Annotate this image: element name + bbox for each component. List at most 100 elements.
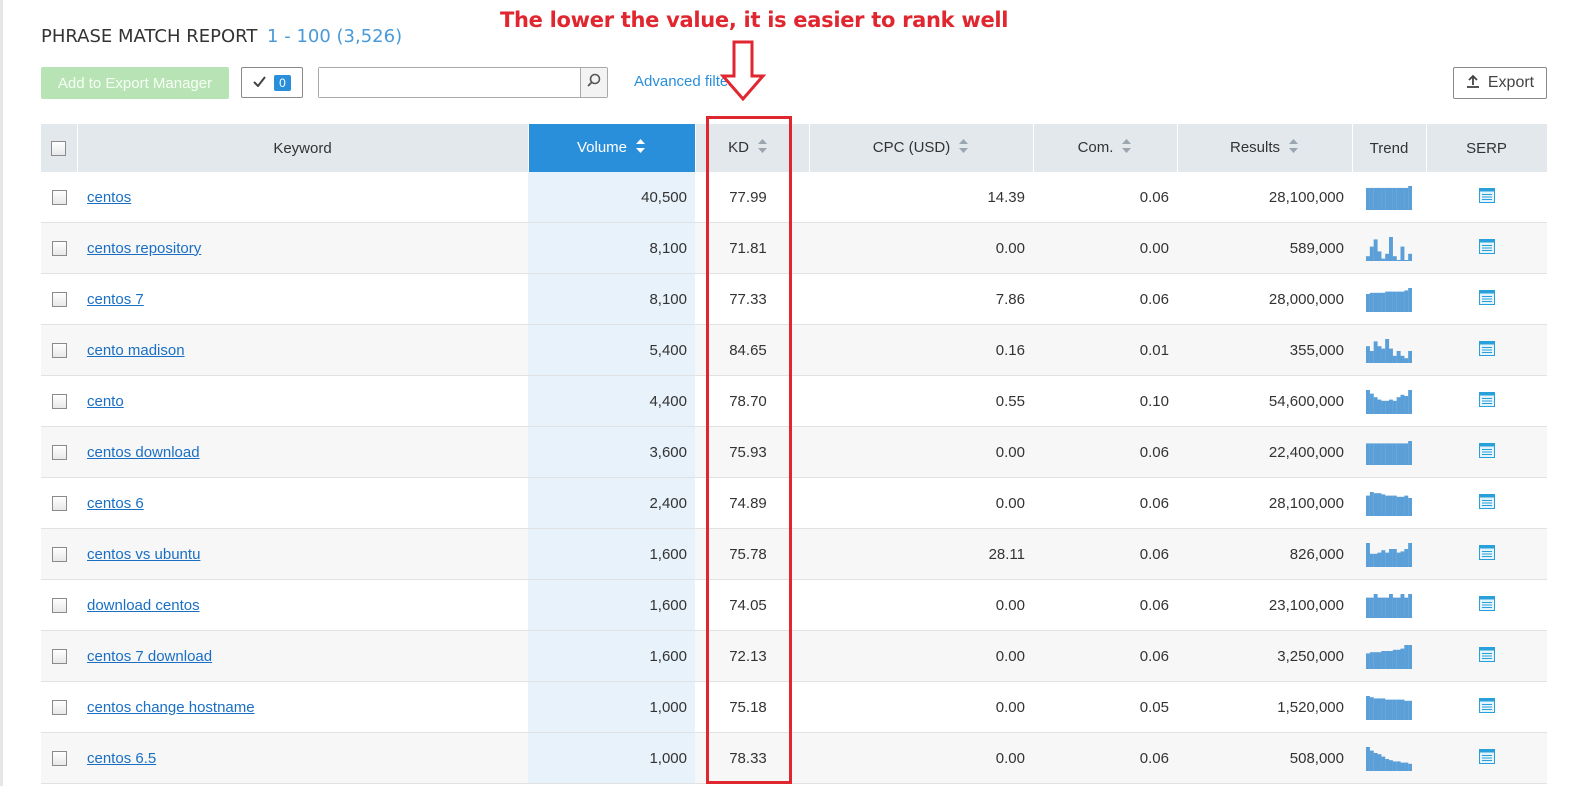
serp-icon[interactable]	[1478, 289, 1495, 309]
row-checkbox[interactable]	[51, 649, 67, 665]
competition-cell: 0.06	[1033, 477, 1177, 529]
row-checkbox[interactable]	[51, 496, 67, 512]
row-checkbox[interactable]	[51, 190, 67, 206]
keyword-link[interactable]: cento madison	[77, 342, 185, 359]
cpc-cell: 28.11	[809, 528, 1033, 580]
trend-bar	[1392, 355, 1397, 363]
row-checkbox[interactable]	[51, 547, 67, 563]
keyword-link[interactable]: centos 7 download	[77, 648, 212, 665]
col-header-results[interactable]: Results	[1177, 124, 1353, 172]
trend-bar	[1373, 493, 1378, 516]
competition-cell: 0.00	[1033, 222, 1177, 274]
down-arrow-annotation-icon	[720, 40, 766, 102]
export-button[interactable]: Export	[1453, 67, 1547, 99]
trend-bar	[1392, 699, 1397, 720]
row-checkbox[interactable]	[51, 343, 67, 359]
trend-bar	[1389, 549, 1393, 567]
add-to-export-manager-button[interactable]: Add to Export Manager	[41, 67, 229, 99]
row-select-cell	[41, 630, 77, 682]
keyword-link[interactable]: cento	[77, 393, 124, 410]
trend-bar	[1385, 339, 1390, 363]
serp-icon[interactable]	[1478, 187, 1495, 207]
trend-bar	[1389, 291, 1393, 312]
trend-sparkline	[1366, 645, 1412, 669]
trend-bar	[1373, 397, 1378, 414]
trend-cell	[1352, 681, 1426, 733]
row-checkbox[interactable]	[51, 751, 67, 767]
keyword-cell: centos download	[77, 426, 528, 478]
keyword-link[interactable]: centos change hostname	[77, 699, 255, 716]
keyword-link[interactable]: download centos	[77, 597, 200, 614]
trend-bar	[1377, 187, 1382, 210]
row-checkbox[interactable]	[51, 445, 67, 461]
trend-bar	[1385, 187, 1390, 210]
serp-icon[interactable]	[1478, 493, 1495, 513]
trend-bar	[1404, 700, 1409, 720]
volume-cell: 5,400	[528, 324, 695, 376]
trend-bar	[1385, 400, 1390, 414]
row-checkbox[interactable]	[51, 598, 67, 614]
trend-bar	[1369, 443, 1374, 465]
trend-bar	[1369, 652, 1374, 669]
trend-bar	[1392, 597, 1397, 618]
trend-bar	[1385, 699, 1390, 720]
trend-bar	[1400, 594, 1405, 618]
trend-bar	[1396, 761, 1401, 771]
selected-keywords-button[interactable]: 0	[241, 67, 303, 98]
trend-bar	[1404, 495, 1409, 516]
col-header-volume[interactable]: Volume	[528, 124, 696, 172]
trend-bar	[1400, 551, 1405, 567]
serp-icon[interactable]	[1478, 595, 1495, 615]
keyword-link[interactable]: centos 7	[77, 291, 144, 308]
row-checkbox[interactable]	[51, 394, 67, 410]
competition-cell: 0.10	[1033, 375, 1177, 427]
trend-bar	[1408, 351, 1412, 363]
keyword-link[interactable]: centos repository	[77, 240, 201, 257]
keyword-link[interactable]: centos download	[77, 444, 200, 461]
trend-cell	[1352, 375, 1426, 427]
sort-icon	[1288, 138, 1299, 158]
keyword-table: Keyword Volume KD CPC (USD) Com. Results…	[41, 124, 1548, 784]
serp-icon[interactable]	[1478, 697, 1495, 717]
serp-icon[interactable]	[1478, 646, 1495, 666]
col-header-competition[interactable]: Com.	[1033, 124, 1178, 172]
trend-sparkline	[1366, 543, 1412, 567]
select-all-checkbox[interactable]	[51, 141, 67, 157]
results-cell: 1,520,000	[1177, 681, 1352, 733]
volume-cell: 1,600	[528, 528, 695, 580]
keyword-link[interactable]: centos	[77, 189, 131, 206]
serp-cell	[1426, 222, 1547, 274]
trend-cell	[1352, 324, 1426, 376]
keyword-link[interactable]: centos vs ubuntu	[77, 546, 200, 563]
volume-cell: 1,000	[528, 681, 695, 733]
trend-bar	[1392, 187, 1397, 210]
volume-cell: 1,000	[528, 732, 695, 784]
trend-bar	[1408, 700, 1412, 720]
col-header-cpc[interactable]: CPC (USD)	[809, 124, 1034, 172]
row-checkbox[interactable]	[51, 700, 67, 716]
serp-icon[interactable]	[1478, 544, 1495, 564]
trend-bar	[1381, 292, 1386, 312]
trend-bar	[1366, 294, 1370, 312]
serp-icon[interactable]	[1478, 748, 1495, 768]
keyword-link[interactable]: centos 6.5	[77, 750, 156, 767]
trend-bar	[1366, 597, 1370, 618]
row-checkbox[interactable]	[51, 292, 67, 308]
keyword-cell: cento	[77, 375, 528, 427]
serp-icon[interactable]	[1478, 340, 1495, 360]
search-input[interactable]	[319, 68, 580, 97]
serp-icon[interactable]	[1478, 238, 1495, 258]
trend-bar	[1385, 651, 1390, 669]
trend-bar	[1408, 390, 1412, 414]
serp-icon[interactable]	[1478, 391, 1495, 411]
search-button[interactable]	[580, 68, 607, 97]
volume-cell: 3,600	[528, 426, 695, 478]
row-checkbox[interactable]	[51, 241, 67, 257]
serp-icon[interactable]	[1478, 442, 1495, 462]
trend-bar	[1377, 597, 1382, 618]
trend-bar	[1396, 397, 1401, 414]
trend-bar	[1396, 552, 1401, 567]
trend-bar	[1400, 699, 1405, 720]
select-all-cell	[41, 124, 78, 172]
keyword-link[interactable]: centos 6	[77, 495, 144, 512]
